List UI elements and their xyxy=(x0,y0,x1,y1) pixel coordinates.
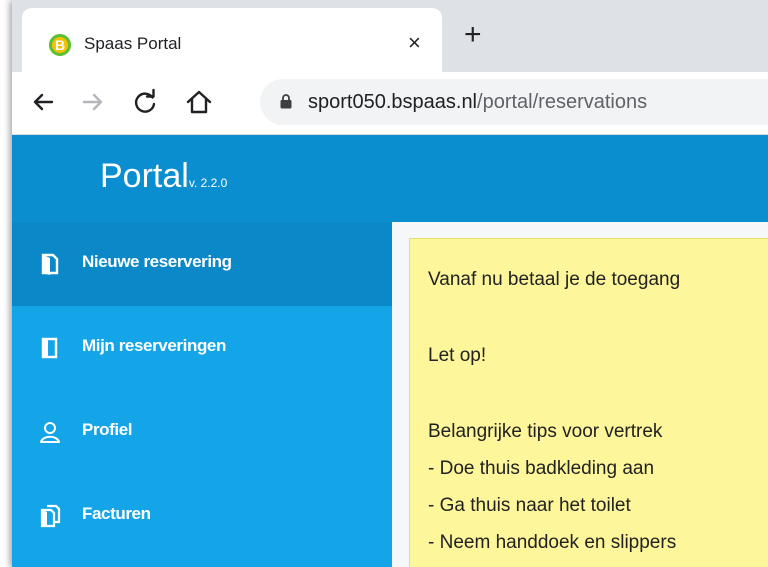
notice-line: - Neem handdoek en slippers xyxy=(428,532,677,553)
browser-toolbar: sport050.bspaas.nl/portal/reservations xyxy=(12,72,768,135)
app-header: Portalv. 2.2.0 xyxy=(12,135,768,222)
sidebar-item-label: Facturen xyxy=(82,504,151,523)
url-text: sport050.bspaas.nl/portal/reservations xyxy=(308,91,647,114)
notice-box: Vanaf nu betaal je de toegang Let op! Be… xyxy=(409,238,768,567)
address-bar[interactable]: sport050.bspaas.nl/portal/reservations xyxy=(260,79,768,125)
sidebar-item-new-reservation[interactable]: Nieuwe reservering xyxy=(12,222,392,306)
invoices-icon xyxy=(39,504,61,528)
tab-title: Spaas Portal xyxy=(84,34,182,53)
brand-logo[interactable]: Portalv. 2.2.0 xyxy=(100,157,227,196)
sidebar-item-label: Profiel xyxy=(82,420,133,439)
main-content: Vanaf nu betaal je de toegang Let op! Be… xyxy=(392,222,768,567)
sidebar-item-label: Nieuwe reservering xyxy=(82,252,232,271)
tab-strip: B Spaas Portal × + xyxy=(12,0,768,72)
notice-line: - Ga thuis naar het toilet xyxy=(428,495,631,516)
brand-name: Portal xyxy=(100,157,189,195)
forward-icon[interactable] xyxy=(76,85,110,119)
browser-window: B Spaas Portal × + sport050.bspaas.nl/po… xyxy=(12,0,768,567)
notice-line: Let op! xyxy=(428,345,487,366)
reload-icon[interactable] xyxy=(128,85,162,119)
browser-tab[interactable]: B Spaas Portal × xyxy=(22,8,442,72)
new-tab-icon[interactable]: + xyxy=(464,20,482,50)
favicon-icon: B xyxy=(49,34,71,56)
user-icon xyxy=(39,420,61,444)
favicon-letter: B xyxy=(54,37,66,53)
new-reservation-icon xyxy=(39,252,61,276)
notice-line: Vanaf nu betaal je de toegang xyxy=(428,269,681,290)
sidebar-item-my-reservations[interactable]: Mijn reserveringen xyxy=(12,306,392,390)
sidebar-item-profile[interactable]: Profiel xyxy=(12,390,392,474)
close-tab-icon[interactable]: × xyxy=(408,30,421,56)
sidebar-item-invoices[interactable]: Facturen xyxy=(12,474,392,558)
brand-version: v. 2.2.0 xyxy=(188,176,228,190)
sidebar: Nieuwe reservering Mijn reserveringen Pr… xyxy=(12,222,392,567)
notice-line: Belangrijke tips voor vertrek xyxy=(428,421,663,442)
home-icon[interactable] xyxy=(182,85,216,119)
url-path: /portal/reservations xyxy=(477,91,648,113)
back-icon[interactable] xyxy=(26,85,60,119)
notice-line: - Doe thuis badkleding aan xyxy=(428,458,655,479)
url-host: sport050.bspaas.nl xyxy=(308,91,478,113)
sidebar-item-label: Mijn reserveringen xyxy=(82,336,226,355)
book-icon xyxy=(39,336,61,360)
lock-icon xyxy=(280,94,292,109)
